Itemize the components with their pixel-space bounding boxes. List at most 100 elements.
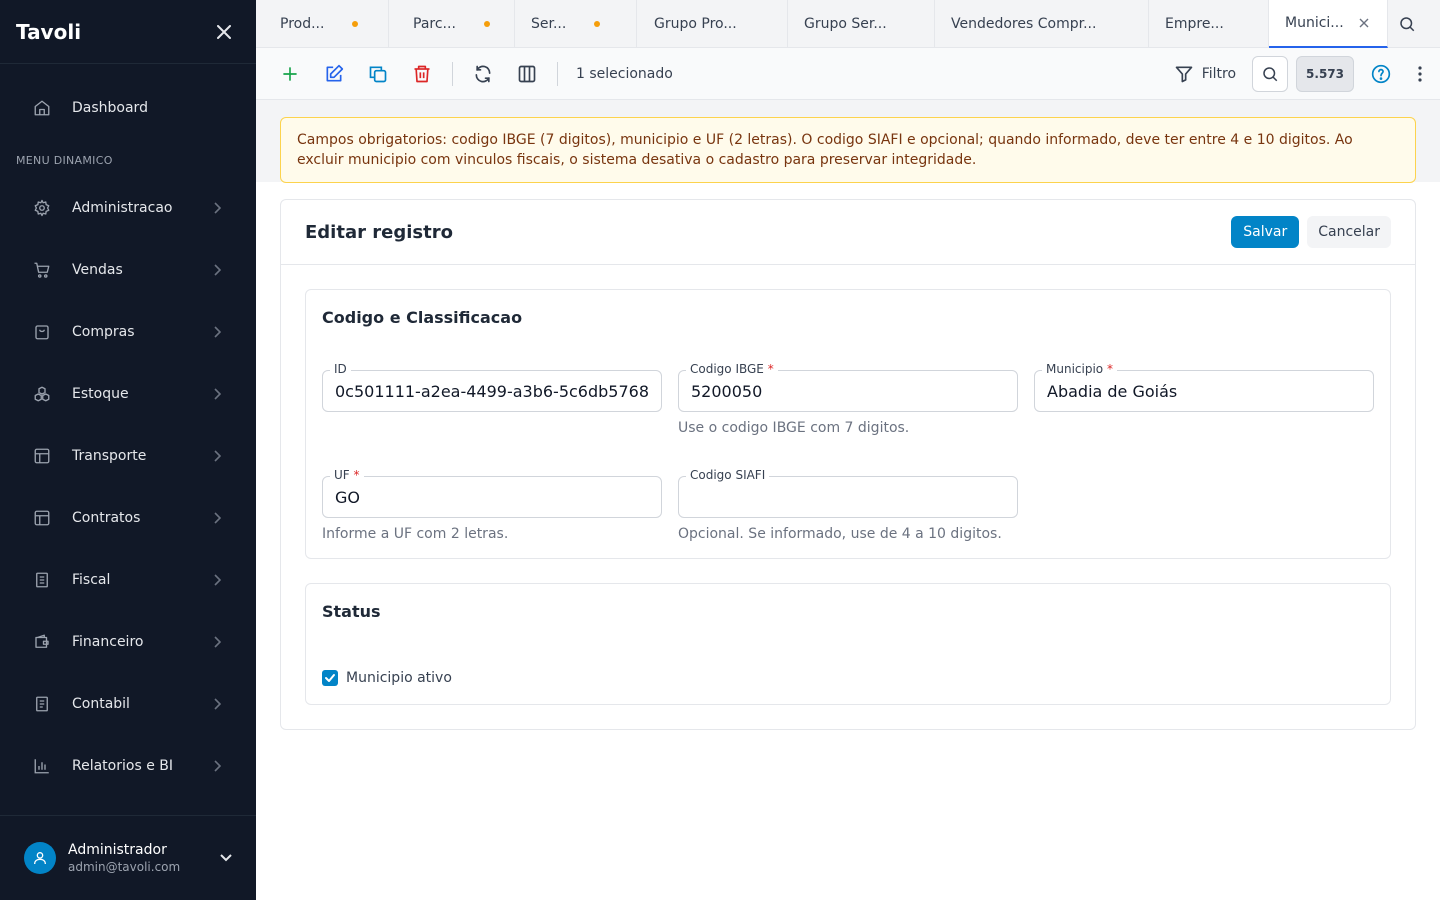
- tab-label: Munici...: [1285, 15, 1344, 31]
- id-label: ID: [330, 361, 351, 377]
- id-label-text: ID: [334, 362, 347, 376]
- sidebar-item-transporte[interactable]: Transporte: [16, 425, 240, 487]
- id-field[interactable]: 0c501111-a2ea-4499-a3b6-5c6db5768: [322, 370, 662, 412]
- tab-produtos[interactable]: Prod...: [256, 0, 389, 48]
- tab-grupo-produtos[interactable]: Grupo Pro...: [637, 0, 788, 48]
- app-title: Tavoli: [16, 19, 82, 44]
- unsaved-dot-icon: [594, 21, 601, 27]
- section-status: Status Municipio ativo: [305, 583, 1391, 705]
- filter-label: Filtro: [1201, 65, 1237, 82]
- search-icon: [1263, 66, 1278, 81]
- toolbar-divider: [452, 61, 453, 86]
- sidebar-section-title: MENU DINAMICO: [16, 154, 113, 167]
- sidebar-item-compras[interactable]: Compras: [16, 301, 240, 363]
- close-sidebar-button[interactable]: [216, 24, 232, 40]
- sidebar-item-label: Dashboard: [72, 100, 148, 116]
- filter-button[interactable]: Filtro: [1174, 64, 1236, 84]
- toolbar-divider: [557, 61, 558, 86]
- close-icon: [217, 24, 231, 39]
- delete-button[interactable]: [410, 62, 434, 86]
- tab-vendedores-compradores[interactable]: Vendedores Compr...: [935, 0, 1149, 48]
- sidebar-item-label: Vendas: [72, 262, 123, 278]
- section-codigo-classificacao: Codigo e Classificacao 0c501111-a2ea-449…: [305, 289, 1391, 559]
- chevron-right-icon: [210, 449, 224, 463]
- user-email: admin@tavoli.com: [68, 860, 181, 874]
- tab-grupo-servicos[interactable]: Grupo Ser...: [788, 0, 935, 48]
- more-options-button[interactable]: [1412, 62, 1428, 86]
- sidebar-item-contabil[interactable]: Contabil: [16, 673, 240, 735]
- siafi-label-text: Codigo SIAFI: [690, 468, 766, 482]
- cart-icon: [32, 260, 52, 280]
- user-menu[interactable]: Administrador admin@tavoli.com: [0, 815, 256, 900]
- add-button[interactable]: [278, 62, 302, 86]
- chevron-right-icon: [210, 387, 224, 401]
- sidebar-item-estoque[interactable]: Estoque: [16, 363, 240, 425]
- chevron-right-icon: [210, 573, 224, 587]
- main-area: Prod... Parc... Ser... Grupo Pro... Grup…: [256, 0, 1440, 900]
- municipio-label-text: Municipio: [1046, 362, 1104, 376]
- sidebar-item-fiscal[interactable]: Fiscal: [16, 549, 240, 611]
- search-icon: [1400, 17, 1415, 32]
- tab-search-button[interactable]: [1388, 0, 1426, 48]
- sidebar-item-financeiro[interactable]: Financeiro: [16, 611, 240, 673]
- tab-servicos[interactable]: Ser...: [515, 0, 637, 48]
- edit-button[interactable]: [322, 62, 346, 86]
- siafi-field-group: Codigo SIAFI Opcional. Se informado, use…: [678, 467, 1018, 542]
- uf-field-group: GO UF * Informe a UF com 2 letras.: [322, 467, 662, 542]
- chevron-right-icon: [210, 759, 224, 773]
- close-tab-icon[interactable]: [1358, 17, 1370, 29]
- user-info: Administrador admin@tavoli.com: [68, 842, 220, 874]
- chevron-right-icon: [210, 201, 224, 215]
- boxes-icon: [32, 384, 52, 404]
- tab-label: Prod...: [280, 16, 325, 32]
- required-marker: *: [767, 362, 774, 376]
- check-icon: [325, 674, 335, 682]
- municipio-ativo-checkbox[interactable]: [322, 670, 338, 686]
- sidebar-item-contratos[interactable]: Contratos: [16, 487, 240, 549]
- selection-count: 1 selecionado: [576, 65, 673, 82]
- municipio-label: Municipio *: [1042, 361, 1117, 377]
- municipio-ativo-checkbox-row[interactable]: Municipio ativo: [322, 670, 452, 686]
- tab-municipios[interactable]: Munici...: [1269, 0, 1388, 48]
- search-button[interactable]: [1252, 55, 1289, 92]
- cancel-button[interactable]: Cancelar: [1307, 216, 1391, 248]
- tab-label: Empre...: [1165, 16, 1224, 32]
- required-marker: *: [353, 468, 360, 482]
- sidebar-item-label: Relatorios e BI: [72, 758, 173, 774]
- document-icon: [32, 570, 52, 590]
- sidebar-menu: Administracao Vendas Compras Estoque Tra…: [16, 177, 240, 797]
- record-count-badge: 5.573: [1296, 55, 1354, 92]
- sidebar-item-dashboard[interactable]: Dashboard: [16, 86, 240, 130]
- more-vertical-icon: [1418, 65, 1422, 82]
- uf-field[interactable]: GO: [322, 476, 662, 518]
- unsaved-dot-icon: [483, 21, 490, 27]
- toolbar: 1 selecionado Filtro 5.573: [256, 48, 1440, 100]
- chevron-right-icon: [210, 263, 224, 277]
- help-button[interactable]: [1370, 63, 1392, 85]
- tab-label: Vendedores Compr...: [951, 16, 1097, 32]
- sidebar-item-administracao[interactable]: Administracao: [16, 177, 240, 239]
- sidebar-item-relatorios-bi[interactable]: Relatorios e BI: [16, 735, 240, 797]
- copy-icon: [369, 66, 387, 82]
- help-icon: [1371, 64, 1391, 83]
- tab-parceiros[interactable]: Parc...: [389, 0, 515, 48]
- refresh-button[interactable]: [471, 62, 495, 86]
- required-marker: *: [1106, 362, 1113, 376]
- uf-label-text: UF: [334, 468, 350, 482]
- sidebar-item-label: Contabil: [72, 696, 130, 712]
- duplicate-button[interactable]: [366, 62, 390, 86]
- user-name: Administrador: [68, 842, 167, 858]
- tab-bar: Prod... Parc... Ser... Grupo Pro... Grup…: [256, 0, 1440, 48]
- unsaved-dot-icon: [352, 21, 359, 27]
- content-area: Campos obrigatorios: codigo IBGE (7 digi…: [256, 100, 1440, 900]
- save-button[interactable]: Salvar: [1231, 216, 1300, 248]
- chevron-right-icon: [210, 635, 224, 649]
- tab-empresas[interactable]: Empre...: [1149, 0, 1269, 48]
- uf-help-text: Informe a UF com 2 letras.: [322, 526, 509, 542]
- columns-button[interactable]: [515, 62, 539, 86]
- home-icon: [32, 98, 52, 118]
- sidebar-header: Tavoli: [0, 0, 256, 64]
- sidebar-item-vendas[interactable]: Vendas: [16, 239, 240, 301]
- wallet-icon: [32, 632, 52, 652]
- chevron-down-icon[interactable]: [220, 850, 232, 866]
